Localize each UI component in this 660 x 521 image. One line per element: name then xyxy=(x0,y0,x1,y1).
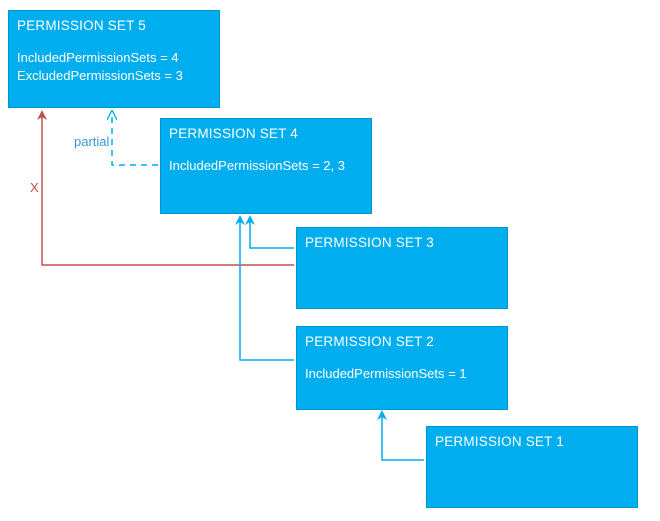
box-title: PERMISSION SET 3 xyxy=(305,234,499,252)
box-body: IncludedPermissionSets = 2, 3 xyxy=(169,157,363,175)
edge-partial-set4-to-set5 xyxy=(112,112,158,165)
box-title: PERMISSION SET 1 xyxy=(435,433,629,451)
box-permission-set-2: PERMISSION SET 2 IncludedPermissionSets … xyxy=(296,326,508,410)
edge-include-set1-to-set2 xyxy=(382,412,424,460)
box-line: ExcludedPermissionSets = 3 xyxy=(17,67,211,85)
box-body: IncludedPermissionSets = 4 ExcludedPermi… xyxy=(17,49,211,84)
box-title: PERMISSION SET 2 xyxy=(305,333,499,351)
box-permission-set-3: PERMISSION SET 3 xyxy=(296,227,508,309)
box-body: IncludedPermissionSets = 1 xyxy=(305,365,499,383)
diagram-canvas: PERMISSION SET 5 IncludedPermissionSets … xyxy=(0,0,660,521)
box-permission-set-5: PERMISSION SET 5 IncludedPermissionSets … xyxy=(8,10,220,108)
edge-label-partial: partial xyxy=(74,134,109,149)
box-permission-set-1: PERMISSION SET 1 xyxy=(426,426,638,508)
box-line: IncludedPermissionSets = 2, 3 xyxy=(169,157,363,175)
edge-label-exclude: X xyxy=(30,180,39,195)
box-title: PERMISSION SET 5 xyxy=(17,17,211,35)
box-line: IncludedPermissionSets = 4 xyxy=(17,49,211,67)
edge-include-set2-to-set4 xyxy=(240,217,294,360)
box-line: IncludedPermissionSets = 1 xyxy=(305,365,499,383)
box-title: PERMISSION SET 4 xyxy=(169,125,363,143)
edge-include-set3-to-set4 xyxy=(250,217,294,248)
box-permission-set-4: PERMISSION SET 4 IncludedPermissionSets … xyxy=(160,118,372,214)
